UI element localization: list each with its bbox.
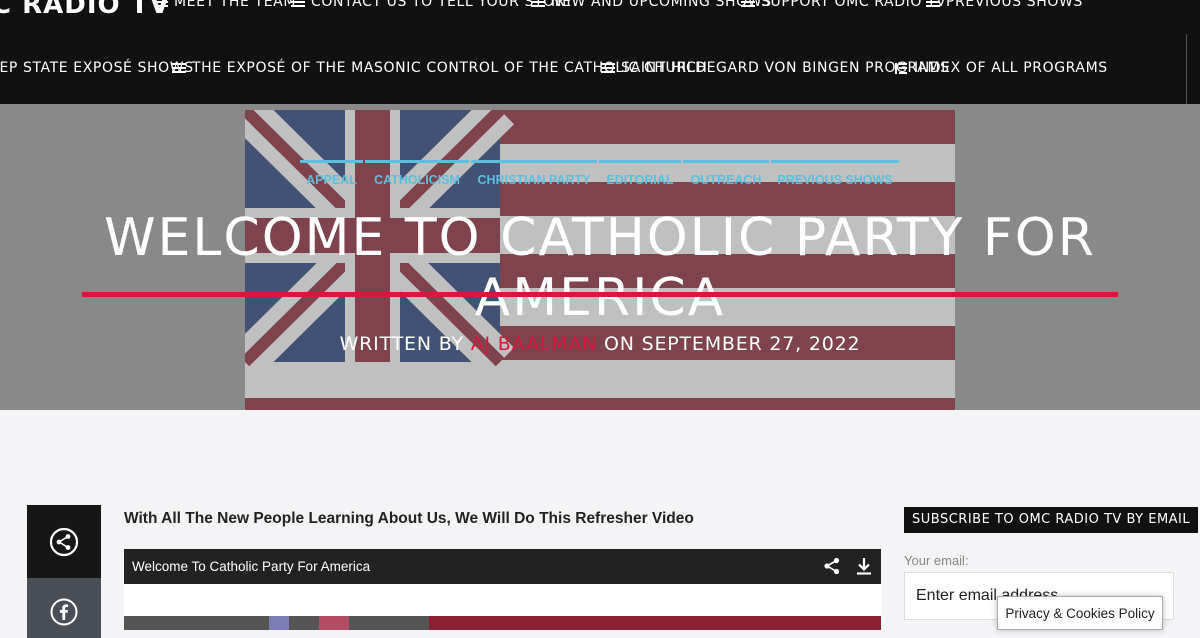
facebook-icon [50,598,78,626]
site-header: C RADIO TV MEET THE TEAM CONTACT US TO T… [0,0,1200,104]
heading-accent-line [1150,529,1174,532]
byline-prefix: WRITTEN BY [339,333,471,355]
video-title-bar: Welcome To Catholic Party For America [124,549,881,584]
article-intro: With All The New People Learning About U… [124,510,694,527]
title-underline [82,292,1118,297]
category-previous-shows[interactable]: PREVIOUS SHOWS [771,160,899,188]
menu-lines-icon [531,0,545,8]
post-byline: WRITTEN BY AJ BAALMAN ON SEPTEMBER 27, 2… [0,333,1200,355]
share-sidebar [27,505,101,638]
nav-item-support[interactable]: SUPPORT OMC RADIO TV [741,0,946,10]
nav-label: PREVIOUS SHOWS [946,0,1083,10]
post-title: WELCOME TO CATHOLIC PARTY FOR AMERICA [104,208,1096,328]
category-christian-party[interactable]: CHRISTIAN PARTY [471,160,597,188]
email-label: Your email: [904,553,969,568]
download-icon[interactable] [855,557,873,575]
menu-lines-icon [154,0,168,8]
share-button[interactable] [27,505,101,578]
category-catholicism[interactable]: CATHOLICISM [365,160,469,188]
category-editorial[interactable]: EDITORIAL [599,160,681,188]
nav-label: NEW AND UPCOMING SHOWS [551,0,772,10]
share-icon[interactable] [823,557,841,575]
nav-item-deep-state[interactable]: EEP STATE EXPOSÉ SHOWS [0,60,194,76]
byline-date: ON SEPTEMBER 27, 2022 [597,333,861,355]
menu-lines-icon [291,0,305,8]
post-hero: APPEAL CATHOLICISM CHRISTIAN PARTY EDITO… [0,104,1200,410]
nav-item-index[interactable]: INDEX OF ALL PROGRAMS [895,60,1108,76]
category-outreach[interactable]: OUTREACH [683,160,769,188]
nav-label: MEET THE TEAM [174,0,297,10]
nav-label: SUPPORT OMC RADIO TV [761,0,947,10]
site-logo[interactable]: C RADIO TV [0,0,171,20]
video-preview-frame [124,616,881,630]
nav-divider [1186,34,1187,104]
nav-item-new-shows[interactable]: NEW AND UPCOMING SHOWS [531,0,772,10]
video-embed[interactable]: Welcome To Catholic Party For America [124,549,881,630]
category-appeal[interactable]: APPEAL [300,160,363,188]
author-link[interactable]: AJ BAALMAN [471,333,597,355]
menu-lines-icon [741,0,755,8]
privacy-cookies-button[interactable]: Privacy & Cookies Policy [997,596,1163,630]
index-icon [895,62,908,74]
video-title[interactable]: Welcome To Catholic Party For America [132,559,370,574]
facebook-share-button[interactable] [27,578,101,638]
menu-lines-icon [926,0,940,8]
nav-label: INDEX OF ALL PROGRAMS [914,60,1108,76]
nav-label: EEP STATE EXPOSÉ SHOWS [0,60,194,76]
menu-lines-icon [172,62,186,74]
share-icon [49,527,79,556]
nav-item-meet-the-team[interactable]: MEET THE TEAM [154,0,296,10]
menu-lines-icon [601,62,615,74]
nav-item-previous-shows[interactable]: PREVIOUS SHOWS [926,0,1083,10]
video-actions [823,557,873,575]
